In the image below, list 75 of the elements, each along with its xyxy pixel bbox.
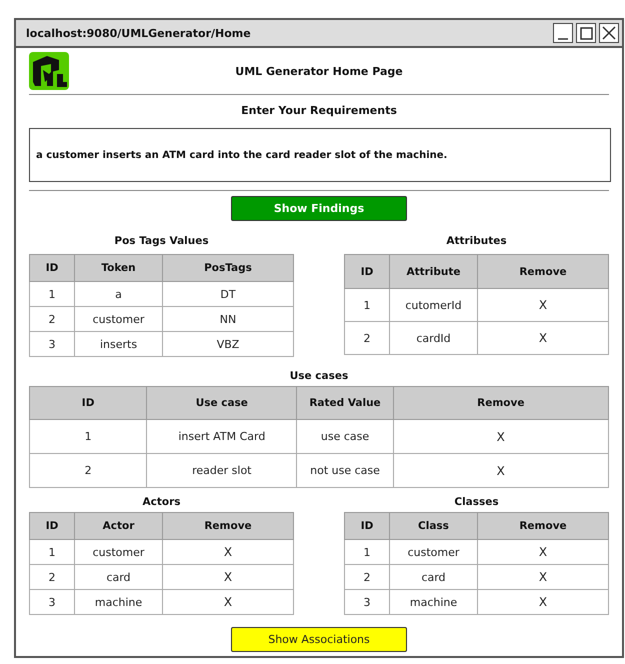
table-cell: 2 [364,332,370,344]
minimize-button[interactable] [553,23,573,43]
column-header: Token [74,254,162,282]
table-cell: cardId [416,332,451,344]
table-cell: machine [410,596,458,608]
table-cell: 1 [364,546,370,558]
requirements-field[interactable]: a customer inserts an ATM card into the card reader slot of the machine. [29,128,611,182]
table-cell: customer [92,546,144,558]
table-cell: 1 [48,288,56,300]
table-cell: a [115,288,122,300]
window-title: localhost:9080/UMLGenerator/Home [26,26,252,40]
table-cell: VBZ [216,338,240,350]
table-cell: not use case [310,464,380,477]
table-title: Actors [142,495,180,509]
column-header: Remove [478,512,608,540]
table-cell: cutomerId [405,298,462,312]
table-cell: reader slot [192,464,252,477]
remove-button[interactable]: X [536,595,550,609]
table-cell: inserts [100,338,138,350]
column-header: Class [390,512,478,540]
column-header: Use case [146,386,297,420]
maximize-icon [580,26,592,40]
table-cell: DT [220,288,236,300]
table-title: Use cases [290,369,348,383]
table-cell: 2 [84,464,92,477]
remove-button[interactable]: X [536,545,550,559]
page-title: UML Generator Home Page [234,64,404,78]
table-title: Attributes [446,234,507,248]
table-cell: card [421,570,446,584]
table-title: Pos Tags Values [114,234,209,248]
close-button[interactable] [599,23,619,43]
table-cell: 1 [364,298,370,312]
column-header: PosTags [162,254,294,282]
logo-icon [29,52,69,90]
remove-button[interactable]: X [222,545,234,559]
show-findings-button[interactable]: Show Findings [231,196,407,221]
close-icon [602,26,616,40]
table-cell: machine [94,596,142,608]
column-header: Remove [478,254,608,288]
remove-button[interactable]: X [222,570,234,584]
remove-button[interactable]: X [536,331,550,345]
table-cell: insert ATM Card [178,430,266,443]
table-cell: 2 [364,570,370,584]
table-cell: 2 [48,312,56,326]
show-associations-button[interactable]: Show Associations [231,627,407,652]
remove-button[interactable]: X [536,570,550,584]
table-cell: 1 [48,546,56,558]
column-header: ID [344,254,390,288]
maximize-button[interactable] [576,23,596,43]
column-header: Remove [162,512,294,540]
table-cell: 1 [84,430,92,443]
column-header: Remove [393,386,608,420]
table-cell: 2 [48,570,56,584]
table-cell: use case [320,430,370,443]
column-header: Attribute [390,254,478,288]
table-cell: 3 [48,596,56,608]
minimize-icon [558,38,568,40]
column-header: ID [344,512,390,540]
column-header: ID [30,512,74,540]
section-label: Enter Your Requirements [240,104,398,117]
column-header: Rated Value [296,386,394,420]
table-title: Classes [454,495,499,509]
column-header: ID [30,386,147,420]
table-cell: NN [220,312,236,326]
table-cell: card [106,570,131,584]
table-cell: customer [408,546,460,558]
remove-button[interactable]: X [494,464,507,478]
table-cell: 3 [48,338,56,350]
column-header: Actor [74,512,162,540]
table-cell: customer [92,312,144,326]
remove-button[interactable]: X [536,298,550,312]
remove-button[interactable]: X [494,430,507,444]
column-header: ID [30,254,74,282]
table-cell: 3 [364,596,370,608]
remove-button[interactable]: X [222,595,234,609]
